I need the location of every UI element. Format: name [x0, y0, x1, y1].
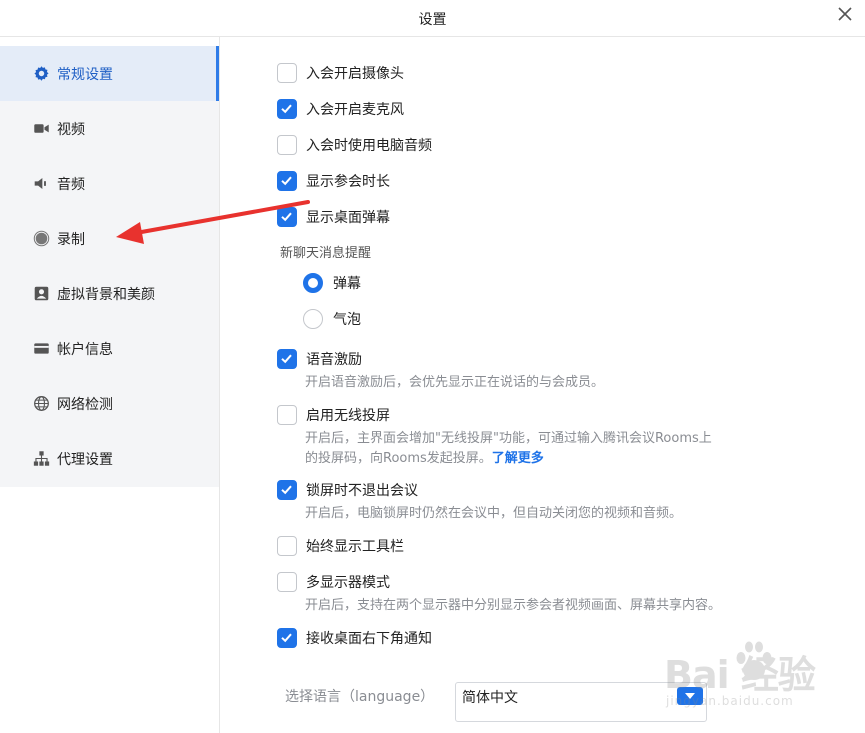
learn-more-link[interactable]: 了解更多	[492, 451, 544, 466]
radio-label: 弹幕	[333, 276, 361, 292]
sidebar-item-label: 代理设置	[57, 451, 113, 468]
option-label: 锁屏时不退出会议	[306, 483, 418, 499]
sidebar-item-video[interactable]: 视频	[0, 101, 219, 156]
checkmark-icon	[281, 354, 292, 364]
sidebar-item-label: 虚拟背景和美颜	[57, 286, 155, 303]
option-description: 开启后，主界面会增加"无线投屏"功能，可通过输入腾讯会议Rooms上 的投屏码，…	[305, 429, 712, 469]
option-label: 入会开启摄像头	[306, 66, 404, 82]
option-label: 语音激励	[306, 352, 362, 368]
sidebar-item-recording[interactable]: 录制	[0, 211, 219, 266]
sidebar-item-label: 音频	[57, 176, 85, 193]
checkbox[interactable]	[277, 63, 297, 83]
radio-bubble[interactable]: 气泡	[303, 309, 361, 329]
close-button[interactable]	[833, 2, 857, 26]
radio-danmaku[interactable]: 弹幕	[303, 273, 361, 293]
option-description: 开启语音激励后，会优先显示正在说话的与会成员。	[305, 375, 605, 390]
checkbox-checked[interactable]	[277, 628, 297, 648]
sidebar-item-label: 常规设置	[57, 66, 113, 83]
checkmark-icon	[281, 485, 292, 495]
checkmark-icon	[281, 633, 292, 643]
option-label: 启用无线投屏	[306, 408, 390, 424]
option-camera-on-join[interactable]: 入会开启摄像头	[277, 63, 404, 83]
option-computer-audio[interactable]: 入会时使用电脑音频	[277, 135, 432, 155]
radio-label: 气泡	[333, 312, 361, 328]
option-description: 开启后，电脑锁屏时仍然在会议中，但自动关闭您的视频和音频。	[305, 506, 683, 521]
sidebar-item-proxy[interactable]: 代理设置	[0, 431, 219, 486]
description-line-2: 的投屏码，向Rooms发起投屏。了解更多	[305, 449, 712, 469]
option-desktop-danmaku[interactable]: 显示桌面弹幕	[277, 207, 390, 227]
checkmark-icon	[281, 176, 292, 186]
description-text: 的投屏码，向Rooms发起投屏。	[305, 451, 492, 466]
settings-sidebar: 常规设置 视频 音频 录制 虚拟背景和美颜 帐户信息 网络检测 代理设置	[0, 46, 219, 487]
sidebar-item-network-test[interactable]: 网络检测	[0, 376, 219, 431]
option-voice-motivation[interactable]: 语音激励	[277, 349, 362, 369]
checkmark-icon	[281, 104, 292, 114]
option-multi-monitor[interactable]: 多显示器模式	[277, 572, 390, 592]
checkbox[interactable]	[277, 405, 297, 425]
checkbox[interactable]	[277, 536, 297, 556]
checkbox-checked[interactable]	[277, 171, 297, 191]
option-mic-on-join[interactable]: 入会开启麦克风	[277, 99, 404, 119]
sidebar-item-audio[interactable]: 音频	[0, 156, 219, 211]
description-line: 开启后，主界面会增加"无线投屏"功能，可通过输入腾讯会议Rooms上	[305, 431, 712, 446]
checkbox-checked[interactable]	[277, 480, 297, 500]
option-always-toolbar[interactable]: 始终显示工具栏	[277, 536, 404, 556]
option-stay-on-lock[interactable]: 锁屏时不退出会议	[277, 480, 418, 500]
option-wireless-projection[interactable]: 启用无线投屏	[277, 405, 390, 425]
portrait-icon	[33, 285, 50, 302]
sidebar-item-general[interactable]: 常规设置	[0, 46, 219, 101]
sidebar-item-label: 帐户信息	[57, 341, 113, 358]
sidebar-item-label: 视频	[57, 121, 85, 138]
checkbox-checked[interactable]	[277, 99, 297, 119]
sidebar-item-label: 录制	[57, 231, 85, 248]
card-icon	[33, 340, 50, 357]
baidu-watermark: Bai 经验 jingyan.baidu.com	[662, 636, 857, 716]
sidebar-item-virtual-background[interactable]: 虚拟背景和美颜	[0, 266, 219, 321]
radio-unselected[interactable]	[303, 309, 323, 329]
option-label: 入会时使用电脑音频	[306, 138, 432, 154]
gear-icon	[33, 65, 50, 82]
speaker-icon	[33, 175, 50, 192]
chat-reminder-title: 新聊天消息提醒	[280, 246, 372, 261]
watermark-url: jingyan.baidu.com	[666, 694, 794, 708]
option-label: 显示桌面弹幕	[306, 210, 390, 226]
sidebar-item-label: 网络检测	[57, 396, 113, 413]
checkbox-checked[interactable]	[277, 207, 297, 227]
record-icon	[33, 230, 50, 247]
checkbox-checked[interactable]	[277, 349, 297, 369]
checkbox[interactable]	[277, 572, 297, 592]
language-value: 简体中文	[462, 690, 518, 706]
general-settings-panel: 入会开启摄像头 入会开启麦克风 入会时使用电脑音频 显示参会时长 显示桌面弹幕 …	[220, 37, 865, 733]
option-label: 接收桌面右下角通知	[306, 631, 432, 647]
checkbox[interactable]	[277, 135, 297, 155]
language-label: 选择语言（language）	[285, 689, 435, 705]
option-description: 开启后，支持在两个显示器中分别显示参会者视频画面、屏幕共享内容。	[305, 598, 722, 613]
video-camera-icon	[33, 120, 50, 137]
network-tree-icon	[33, 450, 50, 467]
option-desktop-notify[interactable]: 接收桌面右下角通知	[277, 628, 432, 648]
paw-logo-icon	[736, 641, 772, 680]
option-show-duration[interactable]: 显示参会时长	[277, 171, 390, 191]
checkmark-icon	[281, 212, 292, 222]
radio-selected[interactable]	[303, 273, 323, 293]
close-icon	[838, 7, 852, 21]
option-label: 多显示器模式	[306, 575, 390, 591]
title-bar: 设置	[0, 0, 865, 37]
globe-icon	[33, 395, 50, 412]
option-label: 入会开启麦克风	[306, 102, 404, 118]
sidebar-item-account[interactable]: 帐户信息	[0, 321, 219, 376]
option-label: 始终显示工具栏	[306, 539, 404, 555]
window-title: 设置	[418, 12, 447, 28]
option-label: 显示参会时长	[306, 174, 390, 190]
